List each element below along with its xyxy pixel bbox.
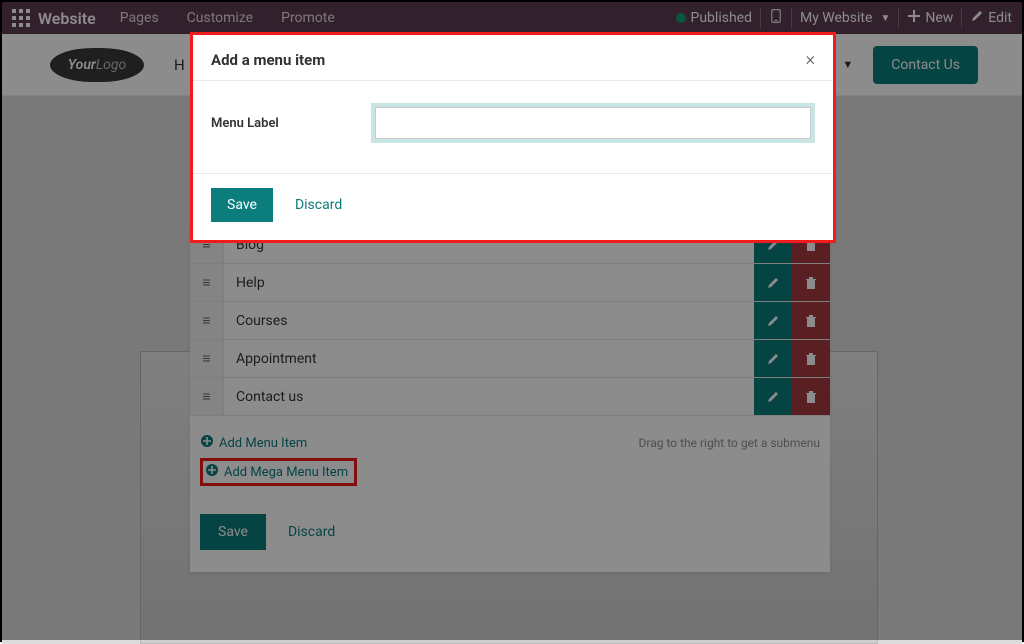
modal-body: Menu Label <box>193 81 833 173</box>
discard-link[interactable]: Discard <box>295 197 342 213</box>
add-menu-item-modal: Add a menu item × Menu Label Save Discar… <box>190 32 836 243</box>
modal-footer: Save Discard <box>193 173 833 240</box>
close-icon[interactable]: × <box>806 49 815 70</box>
save-button[interactable]: Save <box>211 188 273 222</box>
modal-title: Add a menu item <box>211 51 325 69</box>
menu-label-input[interactable] <box>375 107 811 139</box>
menu-label-field-label: Menu Label <box>211 116 371 131</box>
modal-header: Add a menu item × <box>193 35 833 81</box>
menu-label-field-wrap <box>371 103 815 143</box>
